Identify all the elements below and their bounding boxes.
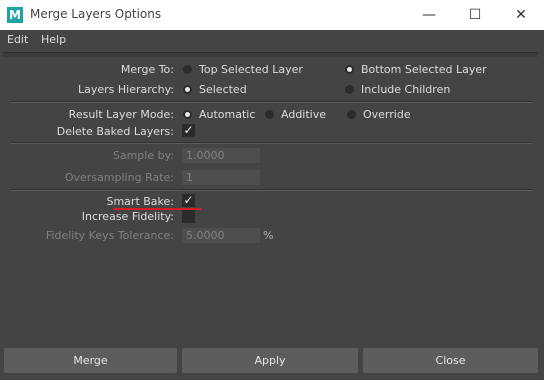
merge-to-label: Merge To:	[120, 63, 174, 76]
merge-to-top-label[interactable]: Top Selected Layer	[199, 63, 303, 76]
close-window-button[interactable]: ✕	[498, 0, 544, 30]
percent-unit-label: %	[263, 229, 274, 242]
mode-automatic-radio[interactable]	[183, 110, 192, 119]
mode-override-radio[interactable]	[347, 110, 356, 119]
delete-baked-layers-checkbox[interactable]: ✓	[182, 124, 195, 137]
title-bar: M Merge Layers Options — ☐ ✕	[0, 0, 544, 30]
layers-hierarchy-label: Layers Hierarchy:	[78, 83, 174, 96]
menu-help[interactable]: Help	[41, 33, 66, 46]
hierarchy-include-children-radio[interactable]	[345, 85, 354, 94]
separator	[10, 101, 533, 103]
apply-button[interactable]: Apply	[182, 348, 358, 373]
separator	[10, 189, 533, 191]
fidelity-keys-tolerance-label: Fidelity Keys Tolerance:	[45, 229, 174, 242]
increase-fidelity-label: Increase Fidelity:	[81, 210, 174, 223]
menu-bar: Edit Help	[0, 30, 544, 50]
menu-edit[interactable]: Edit	[7, 33, 28, 46]
sample-by-label: Sample by:	[112, 149, 174, 162]
separator	[10, 142, 533, 144]
smart-bake-label: Smart Bake:	[106, 195, 174, 208]
maximize-button[interactable]: ☐	[452, 0, 498, 30]
result-layer-mode-label: Result Layer Mode:	[68, 108, 174, 121]
mode-additive-radio[interactable]	[265, 110, 274, 119]
increase-fidelity-checkbox[interactable]	[182, 210, 195, 223]
mode-additive-label[interactable]: Additive	[281, 108, 326, 121]
fidelity-keys-tolerance-field[interactable]: 5.0000	[182, 228, 260, 243]
merge-to-bottom-label[interactable]: Bottom Selected Layer	[361, 63, 487, 76]
close-button[interactable]: Close	[363, 348, 538, 373]
oversampling-rate-label: Oversampling Rate:	[64, 171, 174, 184]
maya-logo-icon: M	[7, 7, 23, 23]
merge-button[interactable]: Merge	[4, 348, 177, 373]
hierarchy-include-children-label[interactable]: Include Children	[361, 83, 450, 96]
panel-top-strip	[3, 53, 538, 57]
hierarchy-selected-radio[interactable]	[183, 85, 192, 94]
sample-by-field[interactable]: 1.0000	[182, 148, 260, 163]
oversampling-rate-field[interactable]: 1	[182, 170, 260, 185]
smart-bake-checkbox[interactable]: ✓	[182, 194, 195, 207]
mode-override-label[interactable]: Override	[363, 108, 411, 121]
merge-to-bottom-radio[interactable]	[345, 65, 354, 74]
window-title: Merge Layers Options	[30, 7, 162, 21]
hierarchy-selected-label[interactable]: Selected	[199, 83, 247, 96]
merge-to-top-radio[interactable]	[183, 65, 192, 74]
delete-baked-layers-label: Delete Baked Layers:	[56, 125, 174, 138]
mode-automatic-label[interactable]: Automatic	[199, 108, 255, 121]
minimize-button[interactable]: —	[406, 0, 452, 30]
